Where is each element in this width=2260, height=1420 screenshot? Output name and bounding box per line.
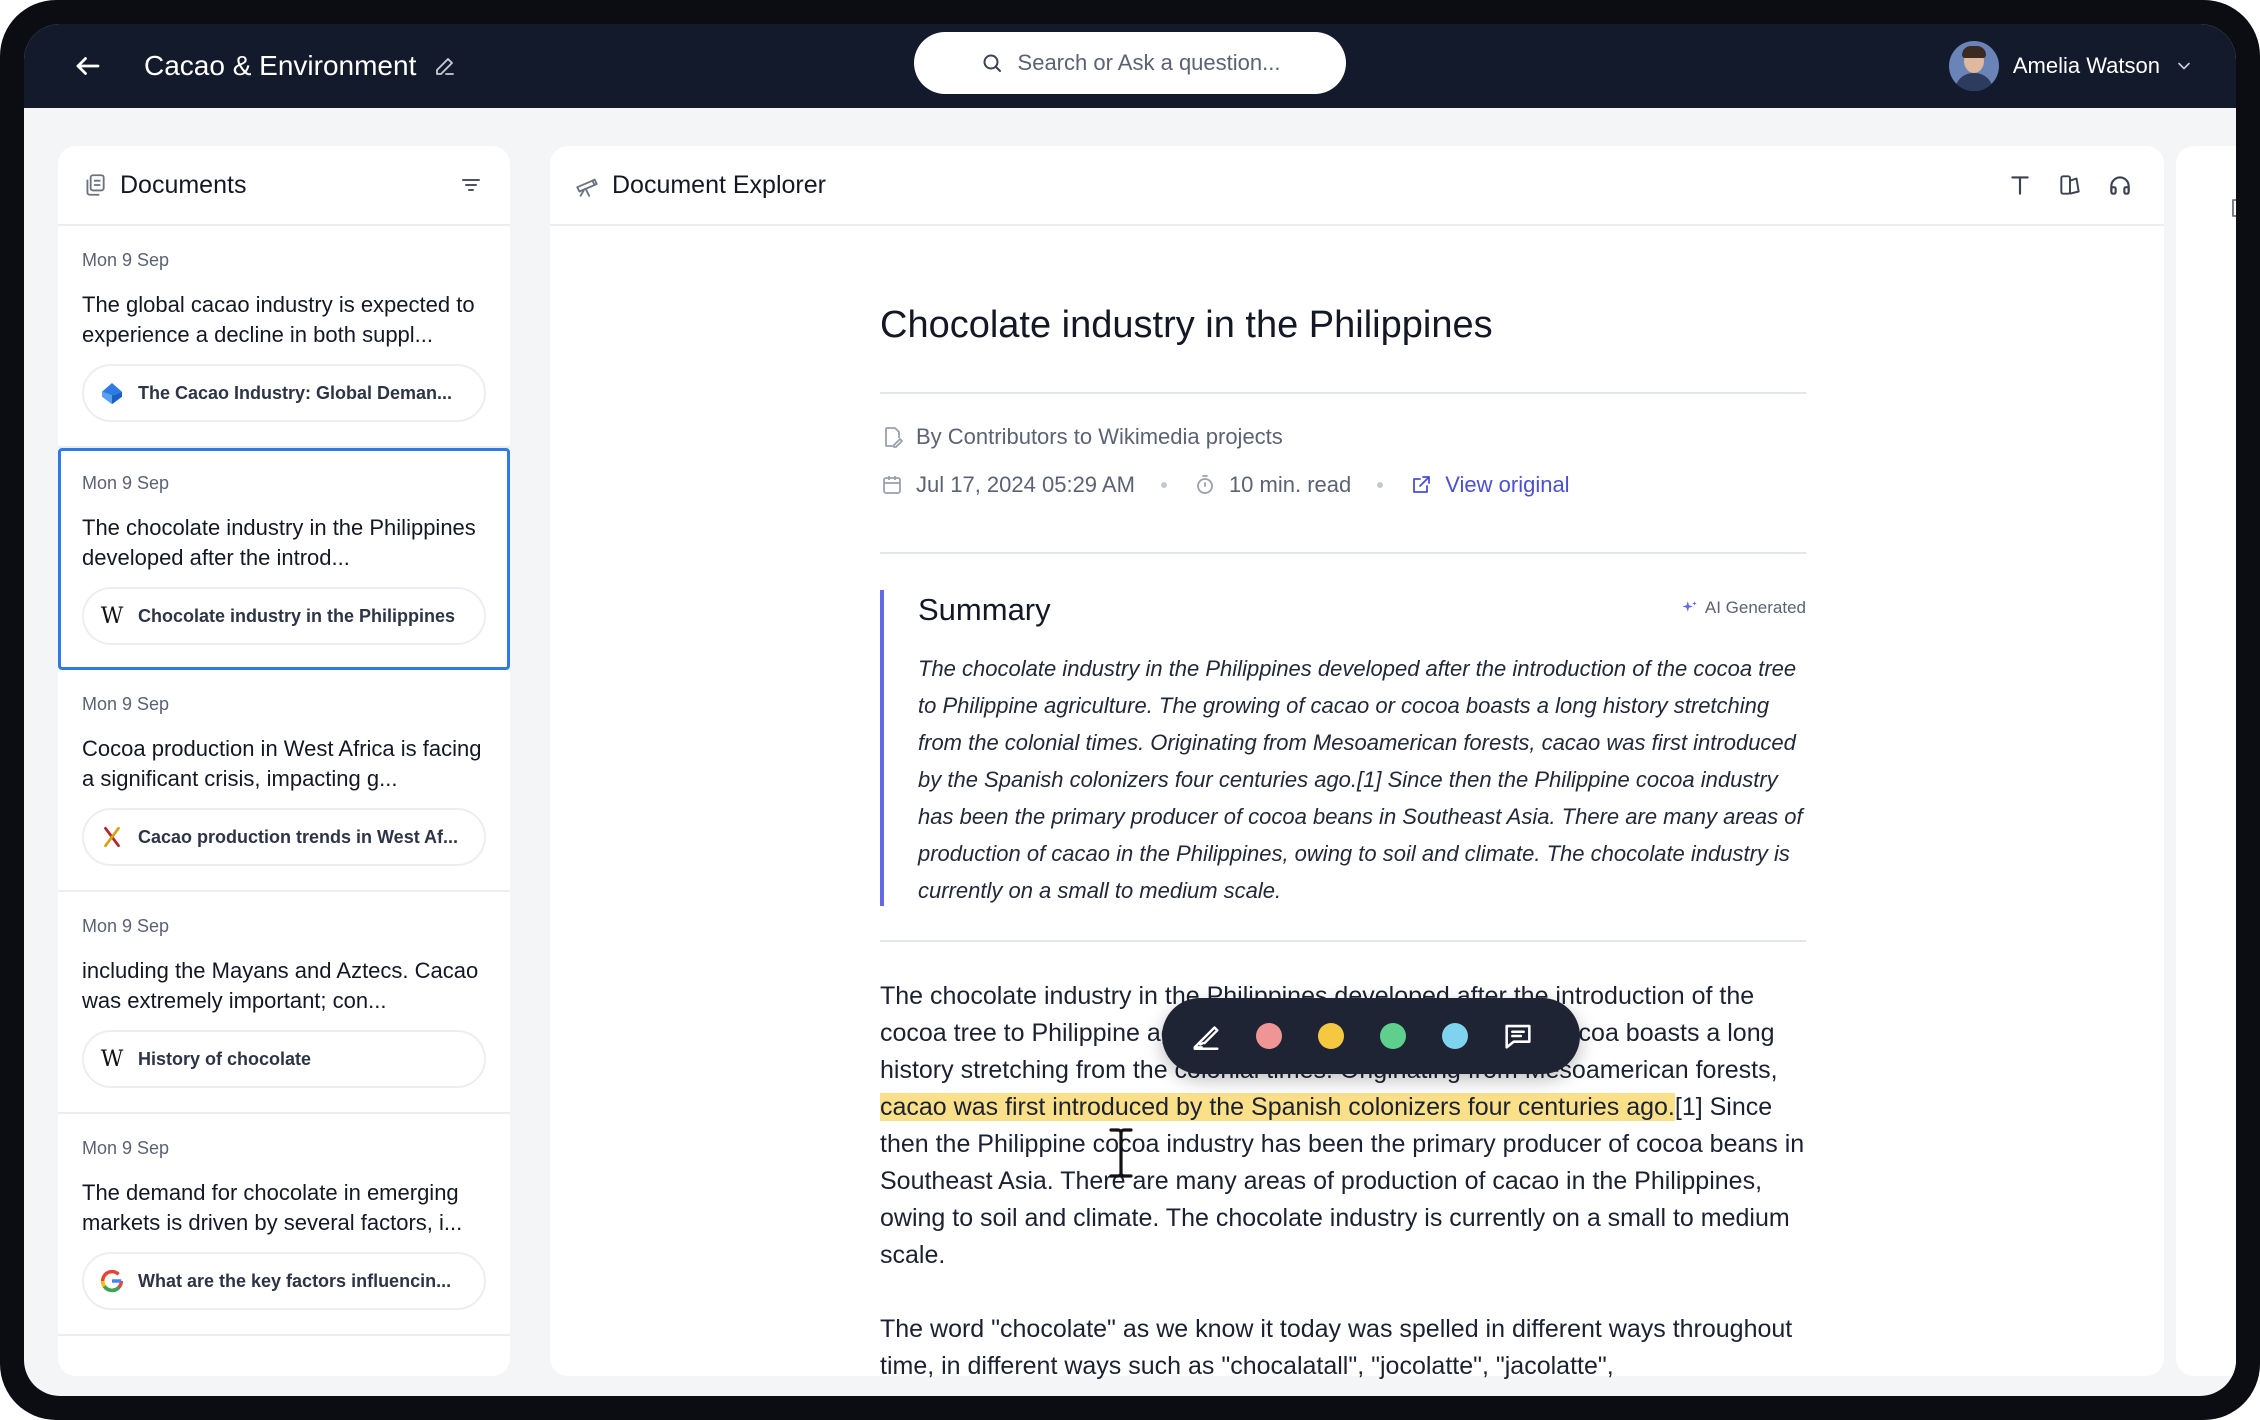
article-author-row: By Contributors to Wikimedia projects [880,424,1283,450]
article-paragraph: The word "chocolate" as we know it today… [880,1311,1806,1385]
document-source-label: Cacao production trends in West Af... [138,826,459,847]
document-source-chip[interactable]: The Cacao Industry: Global Deman... [82,364,486,422]
separator-dot [1160,482,1167,488]
document-source-label: What are the key factors influencin... [138,1270,452,1291]
article-date: Jul 17, 2024 05:29 AM [916,472,1135,497]
app-screen: Cacao & Environment Search or Ask a ques… [24,24,2236,1396]
reader-view-button[interactable] [2050,165,2090,205]
document-item[interactable]: Mon 9 Sep Cocoa production in West Afric… [58,670,510,892]
documents-icon [86,174,105,196]
document-source-chip[interactable]: W Chocolate industry in the Philippines [82,587,486,645]
ai-generated-badge: AI Generated [1681,598,1806,618]
search-placeholder: Search or Ask a question... [1017,50,1281,75]
highlight-color-blue[interactable] [1442,1023,1468,1049]
document-date: Mon 9 Sep [82,916,170,936]
comment-icon [1505,1024,1531,1049]
explorer-header: Document Explorer [550,146,2164,226]
summary-title: Summary [918,592,1051,627]
text-tool-button[interactable] [2000,165,2040,205]
document-excerpt: Cocoa production in West Africa is facin… [82,736,482,791]
article-author: By Contributors to Wikimedia projects [916,424,1283,449]
highlighter-icon [1193,1026,1219,1050]
highlighted-text[interactable]: cacao was first introduced by the Spanis… [880,1093,1675,1121]
document-excerpt: including the Mayans and Aztecs. Cacao w… [82,958,479,1013]
document-item[interactable]: Mon 9 Sep including the Mayans and Aztec… [58,892,510,1114]
summary-block: Summary AI Generated The chocolate indus… [880,590,1806,906]
divider [880,552,1806,554]
article-meta-row: Jul 17, 2024 05:29 AM 10 min. read View … [880,472,1570,498]
text-cursor-icon [1109,1128,1133,1178]
view-original-label: View original [1445,472,1570,497]
sparkle-icon [1682,601,1697,612]
document-excerpt: The demand for chocolate in emerging mar… [82,1180,463,1235]
edit-document-icon [885,427,903,448]
document-item[interactable]: Mon 9 Sep The demand for chocolate in em… [58,1114,510,1336]
ai-badge-label: AI Generated [1704,598,1806,617]
document-date: Mon 9 Sep [82,473,170,493]
divider [880,940,1806,942]
document-source-label: Chocolate industry in the Philippines [138,605,456,626]
document-date: Mon 9 Sep [82,694,170,714]
arrow-left-icon [76,57,100,75]
top-bar: Cacao & Environment Search or Ask a ques… [24,24,2236,108]
avatar [1948,41,1999,91]
device-frame: Cacao & Environment Search or Ask a ques… [0,0,2260,1420]
document-item-selected[interactable]: Mon 9 Sep The chocolate industry in the … [58,448,510,670]
summary-text: The chocolate industry in the Philippine… [918,656,1803,903]
documents-title: Documents [120,170,247,199]
listen-button[interactable] [2100,165,2140,205]
external-link-icon [1413,476,1431,493]
back-button[interactable] [68,46,108,86]
paragraph-text: The word "chocolate" as we know it today… [880,1315,1793,1380]
document-excerpt: The global cacao industry is expected to… [82,292,475,347]
documents-panel: Documents Mon 9 Sep The global cacao ind… [58,146,510,1376]
highlight-color-red[interactable] [1256,1023,1282,1049]
wikipedia-icon: W [100,603,124,629]
divider [880,392,1806,394]
document-source-label: The Cacao Industry: Global Deman... [138,382,453,403]
document-source-chip[interactable]: What are the key factors influencin... [82,1252,486,1310]
note-icon [2232,199,2236,217]
search-input[interactable]: Search or Ask a question... [914,32,1346,94]
document-item[interactable]: Mon 9 Sep The global cacao industry is e… [58,226,510,448]
side-panel-collapsed[interactable] [2176,146,2236,1376]
project-title-group: Cacao & Environment [144,24,458,108]
filter-button[interactable] [456,170,486,200]
document-excerpt: The chocolate industry in the Philippine… [82,515,476,570]
search-icon [983,54,1001,72]
document-source-chip[interactable]: Cacao production trends in West Af... [82,808,486,866]
book-icon [2060,175,2080,195]
filter-icon [462,179,480,191]
document-date: Mon 9 Sep [82,250,170,270]
highlight-color-yellow[interactable] [1318,1023,1344,1049]
documents-header: Documents [58,146,510,226]
separator-dot [1377,482,1384,488]
chevron-down-icon [2178,62,2190,70]
edit-title-button[interactable] [432,53,458,79]
highlight-color-green[interactable] [1380,1023,1406,1049]
view-original-link[interactable]: View original [1409,472,1570,498]
highlight-toolbar [1162,998,1580,1074]
pencil-icon [436,58,455,75]
brand-x-icon [96,821,128,853]
highlighter-button[interactable] [1174,1004,1238,1068]
google-icon [96,1265,128,1297]
telescope-icon [576,178,598,197]
timer-icon [1197,475,1213,494]
perplexity-icon [96,377,128,409]
wikipedia-icon: W [100,1046,124,1072]
calendar-icon [883,476,901,494]
user-menu[interactable]: Amelia Watson [1948,36,2194,96]
user-name: Amelia Watson [2012,53,2160,78]
text-icon [2011,176,2029,195]
headphones-icon [2110,176,2130,195]
document-source-label: History of chocolate [138,1048,312,1069]
article-title: Chocolate industry in the Philippines [880,304,1493,346]
document-source-chip[interactable]: W History of chocolate [82,1030,486,1088]
explorer-title: Document Explorer [612,170,826,199]
article-read-time: 10 min. read [1228,472,1352,497]
project-title: Cacao & Environment [144,50,417,81]
document-date: Mon 9 Sep [82,1138,170,1158]
add-comment-button[interactable] [1486,1004,1550,1068]
